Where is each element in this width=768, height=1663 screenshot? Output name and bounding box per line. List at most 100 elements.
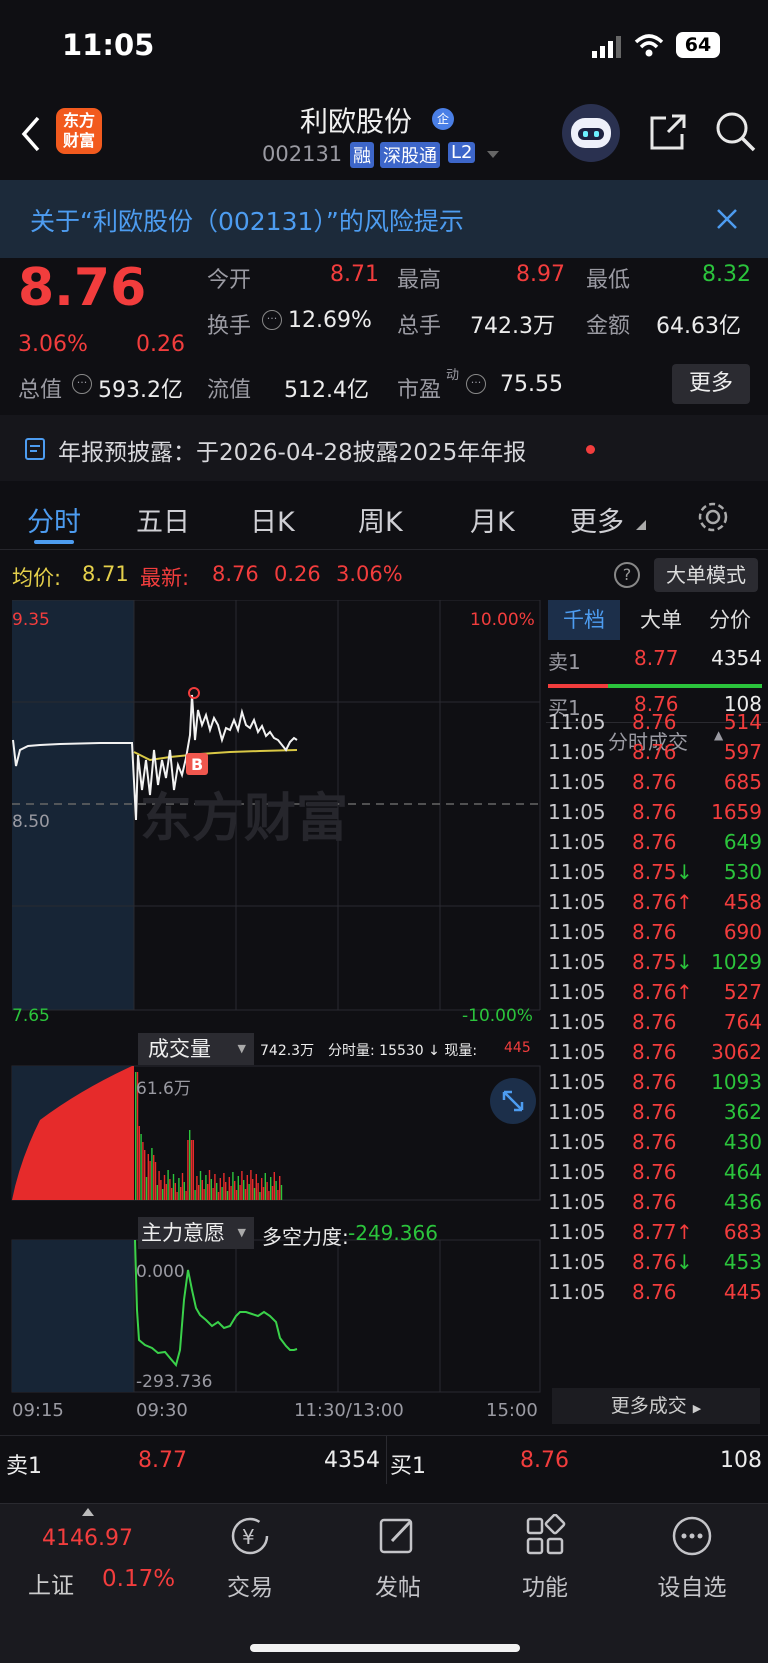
force-selector[interactable]: 主力意愿 ▼ bbox=[138, 1217, 254, 1249]
tab-order-book[interactable]: 千档 bbox=[548, 600, 620, 640]
tab-big-order[interactable]: 大单 bbox=[628, 600, 694, 640]
share-icon[interactable] bbox=[648, 112, 688, 152]
risk-notice-banner[interactable]: 关于“利欧股份（002131）”的风险提示 bbox=[0, 180, 768, 258]
dropdown-icon: ▼ bbox=[237, 1042, 246, 1055]
info-icon[interactable]: ··· bbox=[466, 374, 486, 394]
tab-daily-k[interactable]: 日K bbox=[250, 500, 295, 539]
more-triangle-icon bbox=[636, 520, 646, 530]
tick-volume: 436 bbox=[723, 1190, 762, 1214]
volume-bar bbox=[259, 1192, 261, 1200]
tick-row: 11:05 8.76 597 bbox=[548, 740, 762, 772]
tick-price: 8.76 bbox=[632, 740, 677, 764]
tab-five-day[interactable]: 五日 bbox=[136, 500, 190, 539]
tick-volume: 453 bbox=[723, 1250, 762, 1274]
tab-intraday[interactable]: 分时 bbox=[27, 500, 81, 539]
volume-bar bbox=[243, 1180, 245, 1200]
volume-bar bbox=[216, 1183, 218, 1200]
volume-bar bbox=[172, 1174, 175, 1200]
tick-row: 11:05 8.76 514 bbox=[548, 710, 762, 742]
turnover-value: 12.69% bbox=[288, 308, 372, 333]
tick-row: 11:05 8.76 430 bbox=[548, 1130, 762, 1162]
tick-time: 11:05 bbox=[548, 1220, 606, 1244]
robot-assistant-icon[interactable] bbox=[562, 104, 620, 162]
volume-bar bbox=[153, 1155, 155, 1200]
info-icon[interactable]: ··· bbox=[262, 310, 282, 330]
tick-time: 11:05 bbox=[548, 920, 606, 944]
search-icon[interactable] bbox=[714, 110, 758, 154]
dropdown-icon[interactable] bbox=[486, 150, 500, 160]
volume-bar bbox=[277, 1190, 279, 1200]
connect-badge: 深股通 bbox=[380, 142, 440, 168]
back-icon[interactable] bbox=[18, 114, 42, 154]
volume-bar bbox=[237, 1176, 239, 1200]
last-price: 8.76 bbox=[18, 258, 147, 318]
pe-sup: 动 bbox=[446, 368, 460, 383]
volume-bar bbox=[280, 1185, 283, 1200]
tick-volume: 464 bbox=[723, 1160, 762, 1184]
force-line bbox=[134, 1239, 298, 1368]
force-value: -249.366 bbox=[348, 1221, 438, 1245]
more-button[interactable]: 更多 bbox=[672, 364, 750, 404]
volume-bar bbox=[167, 1170, 169, 1200]
mcap-value: 593.2亿 bbox=[98, 378, 183, 403]
avg-label: 均价: bbox=[12, 566, 62, 590]
tick-volume: 527 bbox=[723, 980, 762, 1004]
dropdown-icon: ▼ bbox=[237, 1226, 246, 1239]
nav-functions[interactable]: 功能 bbox=[495, 1513, 595, 1602]
avg-price-line bbox=[133, 749, 298, 762]
close-icon[interactable] bbox=[716, 208, 738, 230]
grid-icon bbox=[526, 1513, 566, 1555]
tick-row: 11:05 8.76 ↓ 453 bbox=[548, 1250, 762, 1282]
tick-row: 11:05 8.76 690 bbox=[548, 920, 762, 952]
amount-label: 金额 bbox=[586, 314, 631, 339]
volume-bar bbox=[198, 1185, 200, 1200]
pe-value: 75.55 bbox=[500, 372, 563, 397]
volume-bar bbox=[194, 1190, 196, 1200]
volume-bar bbox=[223, 1173, 225, 1200]
tab-more[interactable]: 更多 bbox=[570, 500, 624, 539]
volume-selector[interactable]: 成交量 ▼ bbox=[138, 1033, 254, 1065]
tick-arrow: ↓ bbox=[676, 950, 693, 974]
help-icon[interactable]: ? bbox=[614, 562, 640, 588]
volume-bar bbox=[144, 1150, 146, 1200]
eastmoney-logo[interactable]: 东方 财富 bbox=[56, 108, 102, 154]
change-amount: 0.26 bbox=[136, 332, 185, 357]
volume-bar bbox=[228, 1177, 230, 1200]
volume-bar bbox=[234, 1181, 236, 1200]
tab-weekly-k[interactable]: 周K bbox=[358, 500, 403, 539]
nav-watchlist[interactable]: 设自选 bbox=[642, 1514, 742, 1602]
index-widget[interactable]: 4146.97 上证 0.17% bbox=[0, 1504, 178, 1614]
volume-info: 分时量: 15530 ↓ 现量: bbox=[328, 1043, 478, 1059]
big-order-mode-button[interactable]: 大单模式 bbox=[654, 558, 758, 592]
volume-bar bbox=[185, 1191, 187, 1200]
tick-row: 11:05 8.76 685 bbox=[548, 770, 762, 802]
tick-volume: 1093 bbox=[711, 1070, 762, 1094]
nav-trade[interactable]: ¥ 交易 bbox=[200, 1514, 300, 1602]
sell1-price: 8.77 bbox=[634, 646, 679, 670]
sell1-label: 卖1 bbox=[548, 650, 581, 674]
tick-time: 11:05 bbox=[548, 800, 606, 824]
volume-bar bbox=[253, 1188, 256, 1200]
volume-bar bbox=[250, 1170, 252, 1200]
info-icon[interactable]: ··· bbox=[72, 374, 92, 394]
sell1-row-price: 8.77 bbox=[138, 1448, 187, 1473]
chart-tabs: 分时 五日 日K 周K 月K 更多 bbox=[0, 488, 768, 550]
tab-price-dist[interactable]: 分价 bbox=[696, 600, 764, 640]
expand-icon[interactable] bbox=[490, 1078, 536, 1124]
stock-name: 利欧股份 bbox=[300, 105, 413, 138]
mcap-label: 总值 bbox=[18, 378, 63, 403]
more-ticks-button[interactable]: 更多成交 ▶ bbox=[552, 1388, 760, 1424]
intraday-chart-svg: 东方财富 B bbox=[11, 600, 541, 1393]
sell1-volume: 4354 bbox=[711, 646, 762, 670]
y-top-label: 9.35 bbox=[12, 610, 50, 630]
volume-bar bbox=[154, 1162, 157, 1200]
nav-post[interactable]: 发帖 bbox=[348, 1514, 448, 1602]
tick-price: 8.77 bbox=[632, 1220, 677, 1244]
pct-bot-label: -10.00% bbox=[462, 1006, 533, 1026]
volume-bar bbox=[158, 1171, 160, 1200]
settings-icon[interactable] bbox=[696, 500, 730, 534]
annual-report-notice[interactable]: 年报预披露：于2026-04-28披露2025年年报 bbox=[0, 415, 768, 481]
tick-time: 11:05 bbox=[548, 1250, 606, 1274]
enterprise-badge-icon: 企 bbox=[432, 108, 454, 130]
tab-monthly-k[interactable]: 月K bbox=[470, 500, 515, 539]
